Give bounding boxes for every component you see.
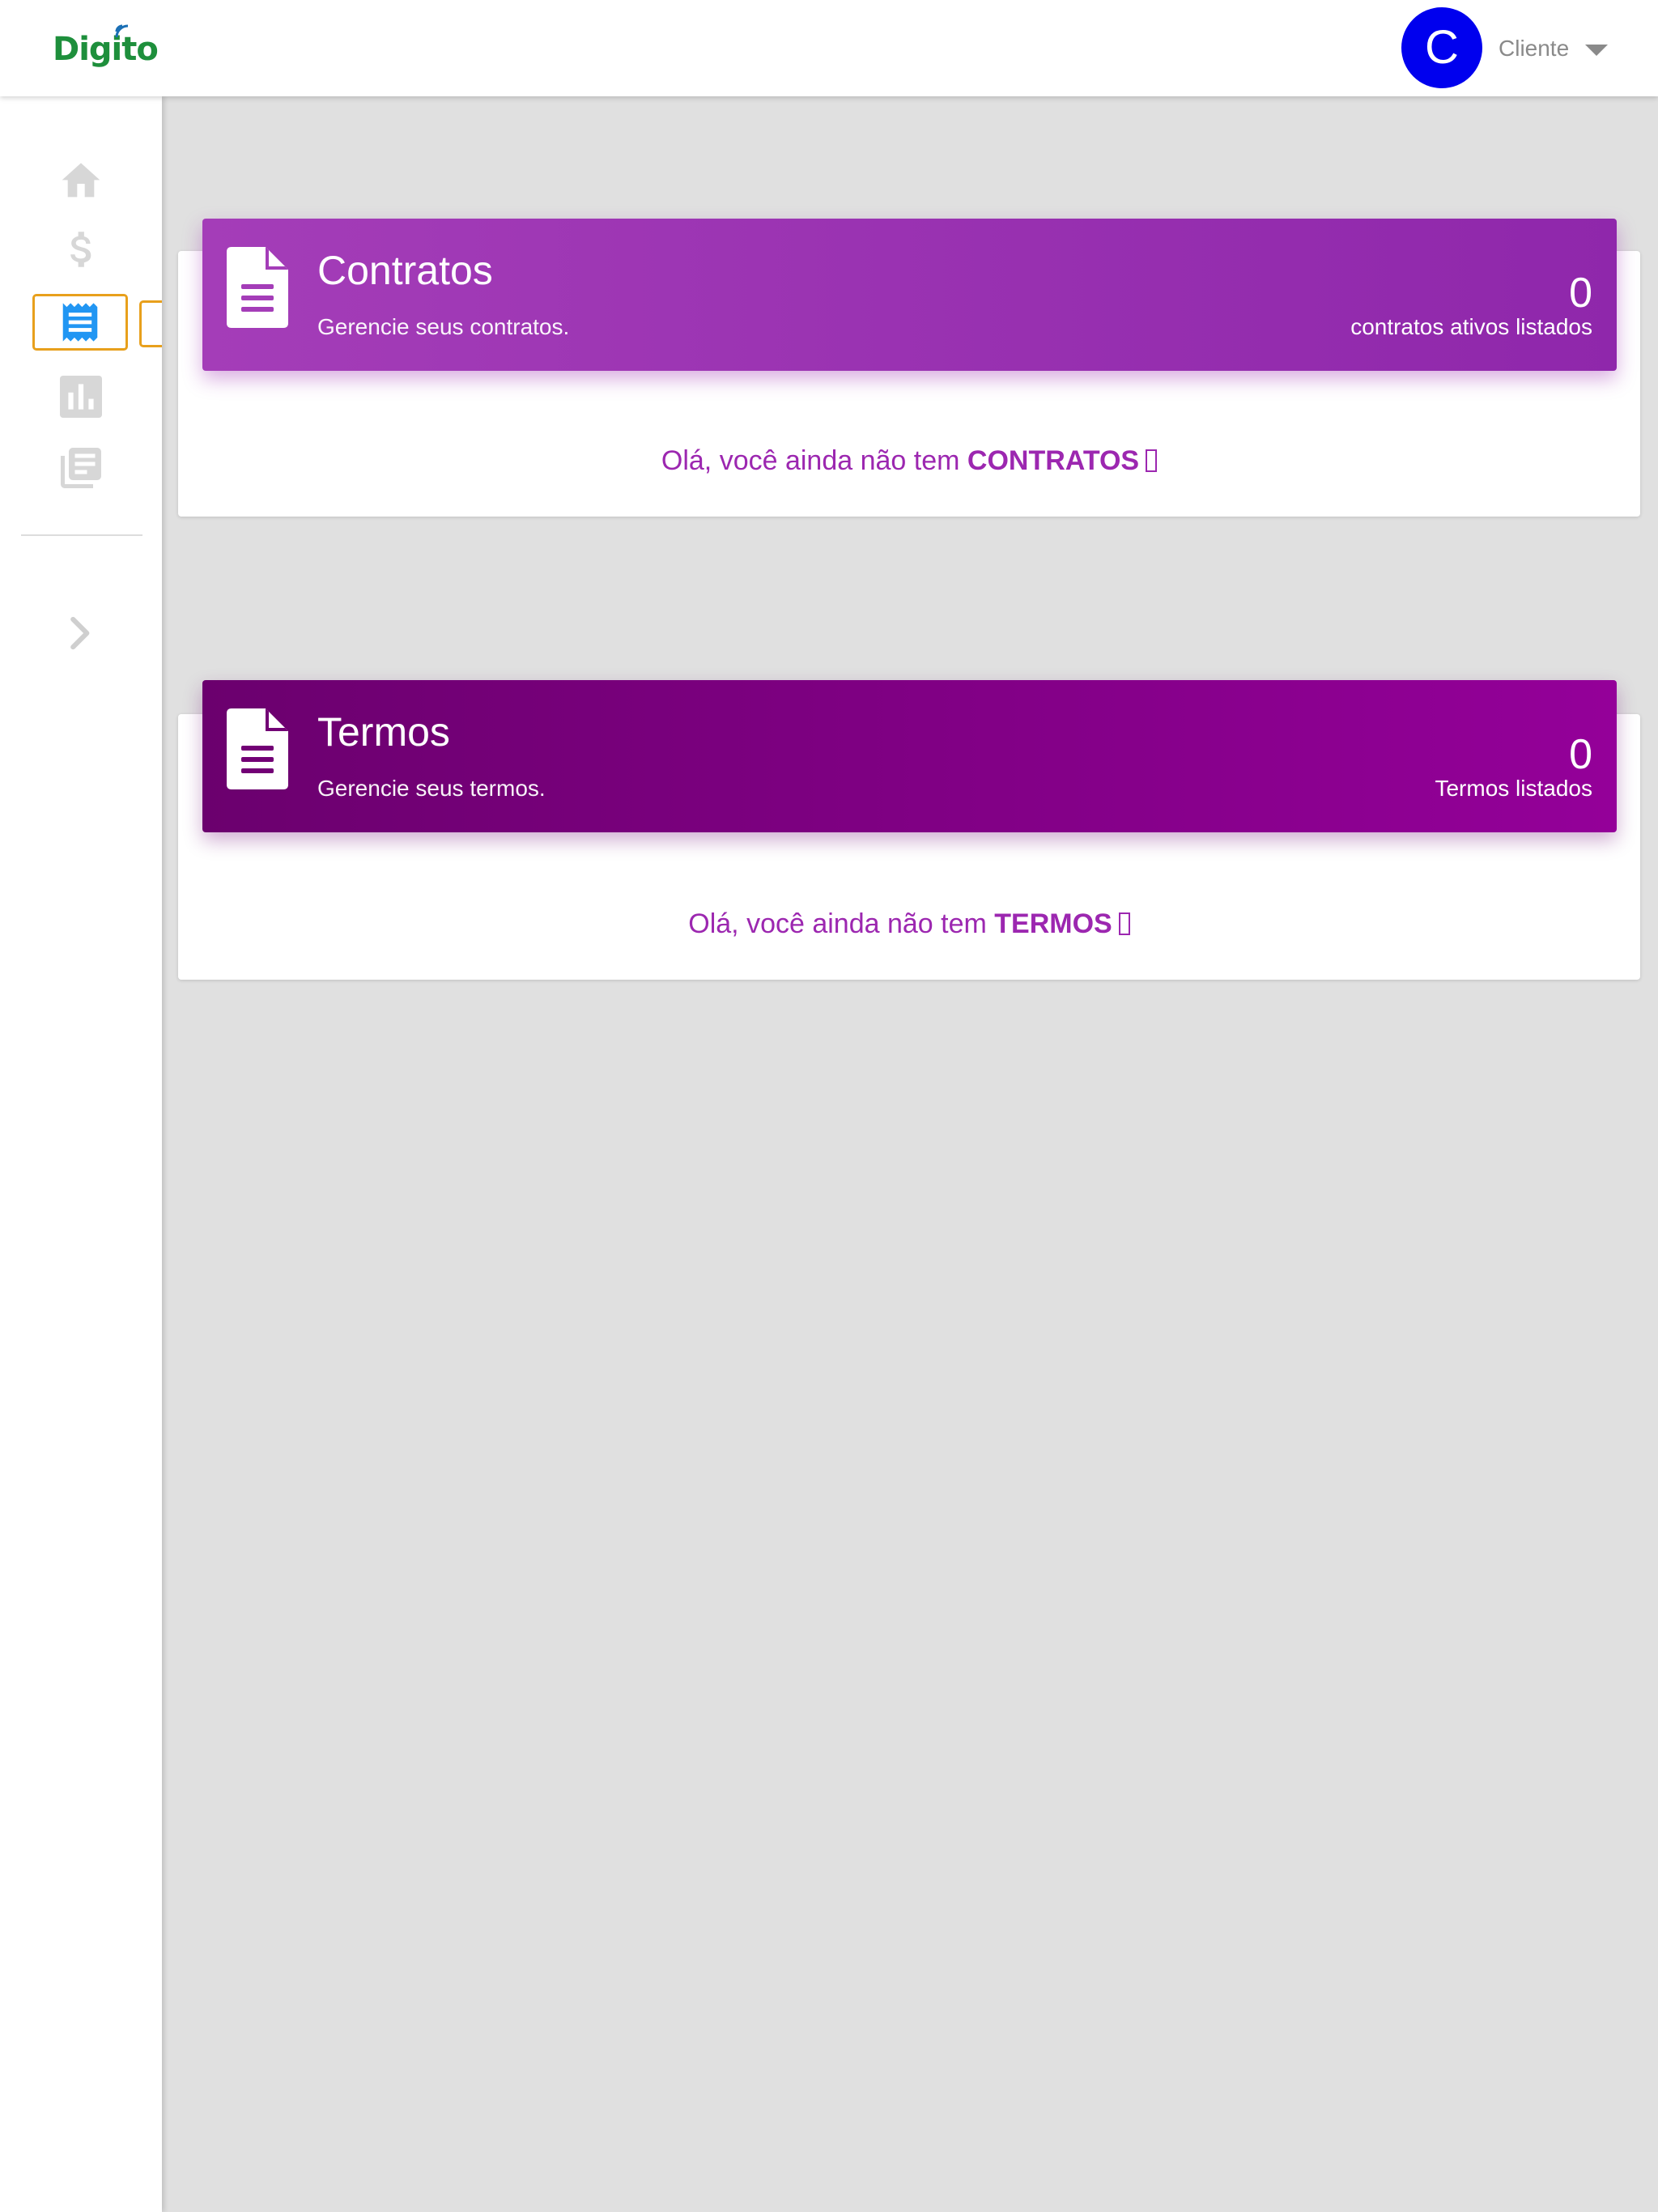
- chevron-right-icon: [70, 616, 90, 650]
- library-books-icon: [61, 448, 101, 488]
- empty-message-emphasis: TERMOS: [994, 908, 1112, 939]
- home-icon: [62, 163, 100, 198]
- receipt-icon: [62, 303, 98, 342]
- contracts-title: Contratos: [317, 248, 493, 293]
- wifi-icon: [115, 24, 129, 38]
- sidebar-expand-button[interactable]: [42, 605, 120, 661]
- document-icon: [227, 708, 288, 789]
- missing-glyph-icon: [1146, 449, 1158, 472]
- user-role-label[interactable]: Cliente: [1499, 32, 1569, 65]
- top-bar: Digito C Cliente: [0, 0, 1658, 96]
- logo-text: Digito: [53, 31, 159, 68]
- sidebar-item-reports[interactable]: [42, 368, 120, 425]
- terms-card-header: Termos Gerencie seus termos. 0 Termos li…: [202, 680, 1617, 832]
- terms-count-label: Termos listados: [1435, 776, 1592, 801]
- bar-chart-icon: [60, 376, 102, 418]
- empty-message-text: Olá, você ainda não tem: [688, 908, 995, 939]
- sidebar-divider: [21, 534, 142, 536]
- active-item-indicator: [139, 300, 162, 347]
- dollar-icon: [70, 232, 91, 267]
- contracts-subtitle: Gerencie seus contratos.: [317, 314, 570, 339]
- terms-empty-message: Olá, você ainda não tem TERMOS: [178, 906, 1640, 942]
- empty-message-emphasis: CONTRATOS: [967, 445, 1140, 476]
- missing-glyph-icon: [1118, 912, 1130, 935]
- sidebar-item-finance[interactable]: [42, 221, 120, 278]
- terms-title: Termos: [317, 709, 450, 755]
- chevron-down-icon[interactable]: [1585, 45, 1608, 56]
- user-avatar[interactable]: C: [1401, 7, 1482, 88]
- document-icon: [227, 247, 288, 328]
- sidebar-item-library[interactable]: [42, 440, 120, 496]
- contracts-count: 0: [1569, 270, 1592, 317]
- contracts-count-label: contratos ativos listados: [1350, 314, 1592, 339]
- sidebar-item-home[interactable]: [42, 150, 120, 206]
- contracts-card-header: Contratos Gerencie seus contratos. 0 con…: [202, 219, 1617, 371]
- terms-subtitle: Gerencie seus termos.: [317, 776, 546, 801]
- sidebar: [0, 96, 162, 2212]
- empty-message-text: Olá, você ainda não tem: [661, 445, 967, 476]
- terms-count: 0: [1569, 731, 1592, 778]
- sidebar-item-contracts[interactable]: [32, 294, 128, 351]
- contracts-empty-message: Olá, você ainda não tem CONTRATOS: [178, 443, 1640, 479]
